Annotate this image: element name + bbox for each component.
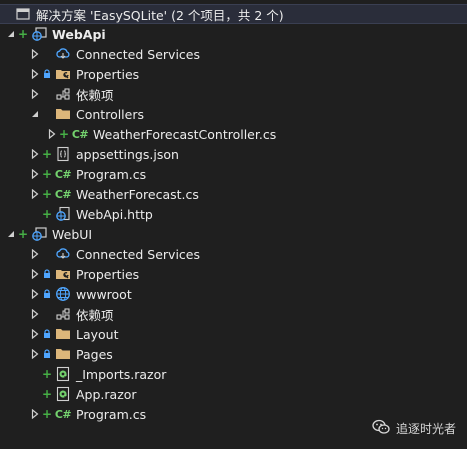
chevron-collapsed-icon[interactable] — [30, 188, 40, 200]
razor-file-icon — [55, 386, 71, 402]
http-file-icon — [55, 206, 71, 222]
tree-item-app[interactable]: + App.razor — [0, 384, 467, 404]
properties-icon — [55, 66, 71, 82]
properties-icon — [55, 266, 71, 282]
tree-item-properties[interactable]: Properties — [0, 264, 467, 284]
tree-item-label: App.razor — [76, 386, 137, 402]
tree-item-properties[interactable]: Properties — [0, 64, 467, 84]
lock-icon — [42, 69, 52, 79]
plus-icon: + — [17, 227, 29, 241]
tree-item-controller-file[interactable]: + C# WeatherForecastController.cs — [0, 124, 467, 144]
lock-icon — [42, 269, 52, 279]
project-name: WebUI — [52, 226, 93, 242]
tree-folder-controllers[interactable]: Controllers — [0, 104, 467, 124]
folder-icon — [55, 326, 71, 342]
chevron-expanded-icon[interactable] — [6, 228, 16, 240]
tree-item-label: _Imports.razor — [76, 366, 167, 382]
project-webapi[interactable]: + WebApi — [0, 24, 467, 44]
csharp-file-icon: C# — [71, 127, 89, 141]
solution-icon — [15, 6, 31, 22]
tree-item-label: Connected Services — [76, 246, 200, 262]
tree-item-program[interactable]: + C# Program.cs — [0, 164, 467, 184]
wechat-icon — [372, 419, 390, 438]
tree-item-connected-services[interactable]: Connected Services — [0, 44, 467, 64]
chevron-collapsed-icon[interactable] — [30, 68, 40, 80]
plus-icon: + — [41, 367, 53, 381]
lock-icon — [42, 329, 52, 339]
tree-item-dependencies[interactable]: 依赖项 — [0, 84, 467, 104]
folder-icon — [55, 346, 71, 362]
chevron-collapsed-icon[interactable] — [30, 408, 40, 420]
chevron-collapsed-icon[interactable] — [30, 268, 40, 280]
lock-icon — [42, 349, 52, 359]
watermark: 追逐时光者 — [372, 418, 456, 438]
lock-icon — [42, 289, 52, 299]
globe-icon — [55, 286, 71, 302]
project-web-icon — [31, 226, 47, 242]
tree-item-label: Connected Services — [76, 46, 200, 62]
tree-item-label: Layout — [76, 326, 119, 342]
tree-item-label: WebApi.http — [76, 206, 153, 222]
plus-icon: + — [41, 187, 53, 201]
tree-item-label: Controllers — [76, 106, 144, 122]
plus-icon: + — [41, 387, 53, 401]
dependencies-icon — [55, 86, 71, 102]
chevron-collapsed-icon[interactable] — [30, 168, 40, 180]
chevron-collapsed-icon[interactable] — [30, 288, 40, 300]
tree-item-label: Program.cs — [76, 406, 147, 422]
csharp-file-icon: C# — [54, 407, 72, 421]
tree-folder-pages[interactable]: Pages — [0, 344, 467, 364]
csharp-file-icon: C# — [54, 167, 72, 181]
chevron-collapsed-icon[interactable] — [30, 348, 40, 360]
tree-item-label: Properties — [76, 66, 140, 82]
dependencies-icon — [55, 306, 71, 322]
plus-icon: + — [41, 167, 53, 181]
solution-title: 解决方案 'EasySQLite' (2 个项目，共 2 个) — [36, 7, 284, 23]
tree-item-label: Pages — [76, 346, 113, 362]
tree-item-dependencies[interactable]: 依赖项 — [0, 304, 467, 324]
plus-icon: + — [17, 27, 29, 41]
plus-icon: + — [41, 207, 53, 221]
chevron-expanded-icon[interactable] — [6, 28, 16, 40]
chevron-collapsed-icon[interactable] — [30, 328, 40, 340]
tree-item-appsettings[interactable]: + appsettings.json — [0, 144, 467, 164]
solution-row[interactable]: 解决方案 'EasySQLite' (2 个项目，共 2 个) — [0, 4, 467, 24]
connected-services-icon — [55, 246, 71, 262]
tree-item-weather[interactable]: + C# WeatherForecast.cs — [0, 184, 467, 204]
tree-item-label: WeatherForecastController.cs — [93, 126, 277, 142]
tree-item-label: WeatherForecast.cs — [76, 186, 199, 202]
tree-item-label: 依赖项 — [76, 87, 114, 103]
chevron-collapsed-icon[interactable] — [30, 248, 40, 260]
folder-icon — [55, 106, 71, 122]
json-file-icon — [55, 146, 71, 162]
tree-item-label: appsettings.json — [76, 146, 179, 162]
plus-icon: + — [41, 147, 53, 161]
chevron-collapsed-icon[interactable] — [30, 148, 40, 160]
project-web-icon — [31, 26, 47, 42]
chevron-collapsed-icon[interactable] — [30, 88, 40, 100]
plus-icon: + — [41, 407, 53, 421]
tree-folder-wwwroot[interactable]: wwwroot — [0, 284, 467, 304]
project-name: WebApi — [52, 26, 106, 42]
tree-folder-layout[interactable]: Layout — [0, 324, 467, 344]
tree-item-http[interactable]: + WebApi.http — [0, 204, 467, 224]
tree-item-label: 依赖项 — [76, 307, 114, 323]
tree-item-label: Program.cs — [76, 166, 147, 182]
tree-item-label: Properties — [76, 266, 140, 282]
csharp-file-icon: C# — [54, 187, 72, 201]
chevron-collapsed-icon[interactable] — [30, 308, 40, 320]
tree-item-connected-services[interactable]: Connected Services — [0, 244, 467, 264]
watermark-text: 追逐时光者 — [396, 421, 457, 436]
plus-icon: + — [58, 127, 70, 141]
tree-item-imports[interactable]: + _Imports.razor — [0, 364, 467, 384]
chevron-collapsed-icon[interactable] — [30, 48, 40, 60]
chevron-expanded-icon[interactable] — [30, 108, 40, 120]
project-webui[interactable]: + WebUI — [0, 224, 467, 244]
chevron-collapsed-icon[interactable] — [47, 128, 57, 140]
razor-file-icon — [55, 366, 71, 382]
tree-item-label: wwwroot — [76, 286, 132, 302]
connected-services-icon — [55, 46, 71, 62]
